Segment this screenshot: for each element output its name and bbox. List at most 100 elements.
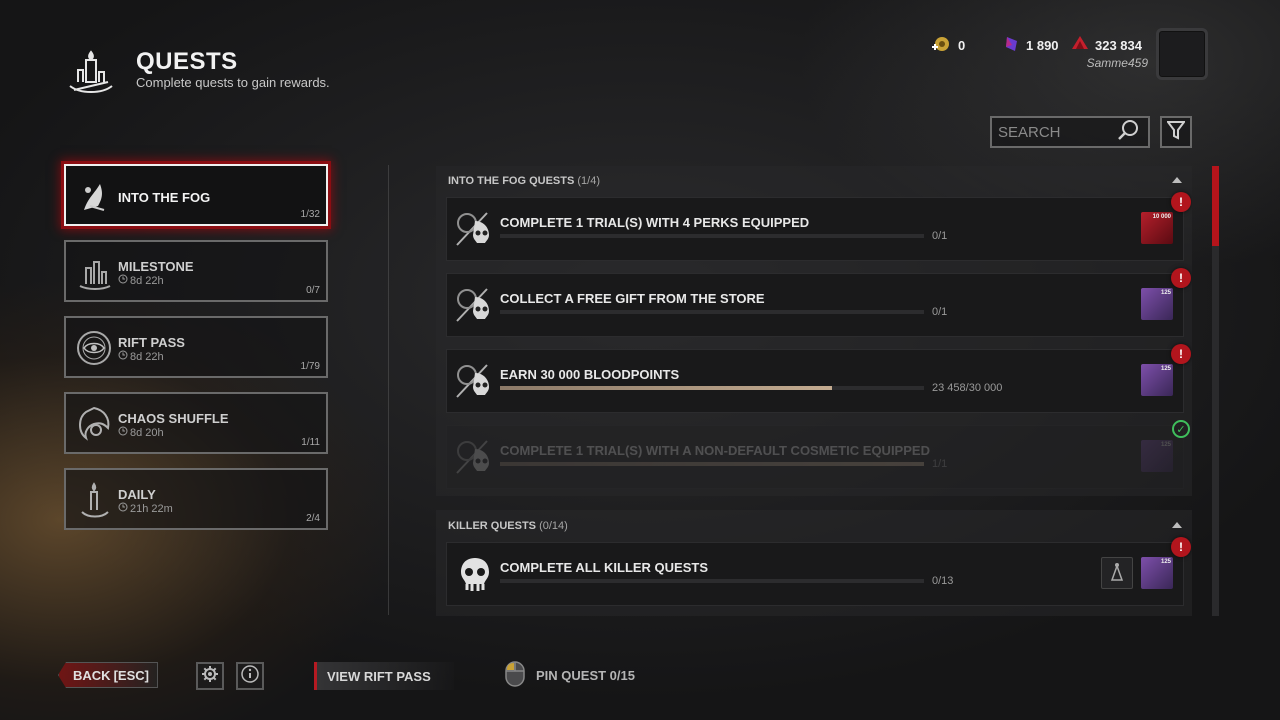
- survivor-skull-icon: [455, 209, 495, 249]
- reward-rift-shards[interactable]: 125: [1141, 364, 1173, 396]
- auric-cells-icon: [1004, 35, 1020, 56]
- quest-item[interactable]: COLLECT A FREE GIFT FROM THE STORE 0/1 1…: [446, 268, 1191, 337]
- quests-logo-icon: [62, 42, 120, 100]
- chaos-icon: [74, 404, 114, 444]
- bloodpoints-currency: 323 834: [1071, 35, 1142, 56]
- collapse-fog-button[interactable]: [1172, 177, 1182, 183]
- category-label: CHAOS SHUFFLE: [118, 411, 229, 426]
- section-header-fog: INTO THE FOG QUESTS (1/4): [448, 175, 600, 187]
- rift-shards-icon: [930, 35, 952, 56]
- reward-value: 10 000: [1152, 214, 1171, 220]
- survivor-skull-icon: [455, 285, 495, 325]
- category-into-the-fog[interactable]: INTO THE FOG 1/32: [64, 164, 328, 226]
- killer-skull-icon: [455, 554, 495, 594]
- candle-icon: [74, 480, 114, 520]
- quest-progress-text: 0/1: [932, 306, 948, 318]
- category-label: INTO THE FOG: [118, 190, 211, 205]
- section-count: (0/14): [539, 520, 568, 532]
- back-button[interactable]: BACK [ESC]: [58, 662, 158, 688]
- quest-item[interactable]: COMPLETE 1 TRIAL(S) WITH 4 PERKS EQUIPPE…: [446, 192, 1191, 261]
- bloodpoints-icon: [1071, 35, 1089, 56]
- category-milestone[interactable]: MILESTONE 8d 22h 0/7: [64, 240, 328, 302]
- quest-progress-bar: [500, 386, 924, 390]
- category-count: 1/79: [300, 361, 320, 372]
- reward-rift-shards[interactable]: 125: [1141, 440, 1173, 472]
- pin-quest-button[interactable]: PIN QUEST 0/15: [504, 660, 635, 690]
- quest-item[interactable]: EARN 30 000 BLOODPOINTS 23 458/30 000 12…: [446, 344, 1191, 413]
- quest-progress-bar: [500, 579, 924, 583]
- filter-button[interactable]: [1160, 116, 1192, 148]
- quest-progress-bar: [500, 234, 924, 238]
- gear-icon: [201, 665, 219, 688]
- new-alert-icon: !: [1171, 192, 1191, 212]
- reward-rift-shards[interactable]: 125: [1141, 557, 1173, 589]
- info-button[interactable]: [236, 662, 264, 690]
- new-alert-icon: !: [1171, 344, 1191, 364]
- search-input[interactable]: [998, 123, 1116, 141]
- quest-progress-text: 0/1: [932, 230, 948, 242]
- quest-list[interactable]: INTO THE FOG QUESTS (1/4) COMPLETE 1 TRI…: [436, 166, 1192, 616]
- back-key-hint: [ESC]: [113, 667, 149, 683]
- reward-auric-cells[interactable]: 10 000: [1141, 212, 1173, 244]
- category-rift-pass[interactable]: RIFT PASS 8d 22h 1/79: [64, 316, 328, 378]
- player-avatar[interactable]: [1156, 28, 1208, 80]
- clock-icon: [118, 426, 128, 439]
- page-subtitle: Complete quests to gain rewards.: [136, 75, 330, 90]
- rift-shards-currency: 0: [930, 36, 965, 54]
- category-timer: 8d 22h: [118, 350, 164, 363]
- category-chaos-shuffle[interactable]: CHAOS SHUFFLE 8d 20h 1/11: [64, 392, 328, 454]
- quest-progress-fill: [500, 462, 924, 466]
- search-box: [990, 116, 1150, 148]
- quest-progress-text: 1/1: [932, 458, 948, 470]
- quest-title: COMPLETE 1 TRIAL(S) WITH 4 PERKS EQUIPPE…: [500, 215, 810, 230]
- quest-title: EARN 30 000 BLOODPOINTS: [500, 367, 680, 382]
- fog-icon: [74, 176, 114, 216]
- section-header-killer: KILLER QUESTS (0/14): [448, 520, 568, 532]
- back-label: BACK: [73, 667, 111, 683]
- category-label: RIFT PASS: [118, 335, 185, 350]
- category-count: 2/4: [306, 513, 320, 524]
- category-timer: 21h 22m: [118, 502, 173, 515]
- quest-progress-bar: [500, 462, 924, 466]
- search-icon[interactable]: [1116, 119, 1140, 146]
- completed-check-icon: ✓: [1172, 420, 1190, 438]
- collapse-killer-button[interactable]: [1172, 522, 1182, 528]
- category-count: 1/32: [300, 209, 320, 220]
- category-time-remaining: 8d 20h: [130, 426, 164, 439]
- category-label: MILESTONE: [118, 259, 194, 274]
- category-daily[interactable]: DAILY 21h 22m 2/4: [64, 468, 328, 530]
- category-label: DAILY: [118, 487, 156, 502]
- auric-cells-currency: 1 890: [1004, 36, 1059, 54]
- auric-cells-amount: 1 890: [1026, 37, 1059, 53]
- bloodpoints-amount: 323 834: [1095, 37, 1142, 53]
- quest-progress-text: 23 458/30 000: [932, 382, 1003, 394]
- username: Samme459: [1086, 56, 1148, 70]
- charm-icon: [1102, 563, 1132, 592]
- clock-icon: [118, 274, 128, 287]
- new-alert-icon: !: [1171, 537, 1191, 557]
- rift-eye-icon: [74, 328, 114, 368]
- reward-value: 125: [1160, 442, 1171, 448]
- survivor-skull-icon: [455, 437, 495, 477]
- panel-divider: [388, 165, 389, 615]
- quest-title: COLLECT A FREE GIFT FROM THE STORE: [500, 291, 765, 306]
- quest-title: COMPLETE ALL KILLER QUESTS: [500, 560, 709, 575]
- section-title: INTO THE FOG QUESTS: [448, 175, 575, 187]
- settings-button[interactable]: [196, 662, 224, 690]
- clock-icon: [118, 350, 128, 363]
- quest-progress-bar: [500, 310, 924, 314]
- category-count: 1/11: [301, 437, 320, 448]
- quest-title: COMPLETE 1 TRIAL(S) WITH A NON-DEFAULT C…: [500, 443, 930, 458]
- quest-scrollbar-thumb[interactable]: [1212, 166, 1219, 246]
- mouse-icon: [504, 660, 526, 691]
- quest-progress-fill: [500, 386, 832, 390]
- view-rift-pass-button[interactable]: VIEW RIFT PASS: [314, 662, 454, 690]
- reward-charm[interactable]: [1101, 557, 1133, 589]
- category-timer: 8d 22h: [118, 274, 164, 287]
- quest-item-completed[interactable]: COMPLETE 1 TRIAL(S) WITH A NON-DEFAULT C…: [446, 425, 1184, 489]
- quest-item[interactable]: COMPLETE ALL KILLER QUESTS 0/13 125 !: [446, 537, 1191, 606]
- reward-value: 125: [1160, 366, 1171, 372]
- reward-value: 125: [1160, 290, 1171, 296]
- category-time-remaining: 21h 22m: [130, 502, 173, 515]
- reward-rift-shards[interactable]: 125: [1141, 288, 1173, 320]
